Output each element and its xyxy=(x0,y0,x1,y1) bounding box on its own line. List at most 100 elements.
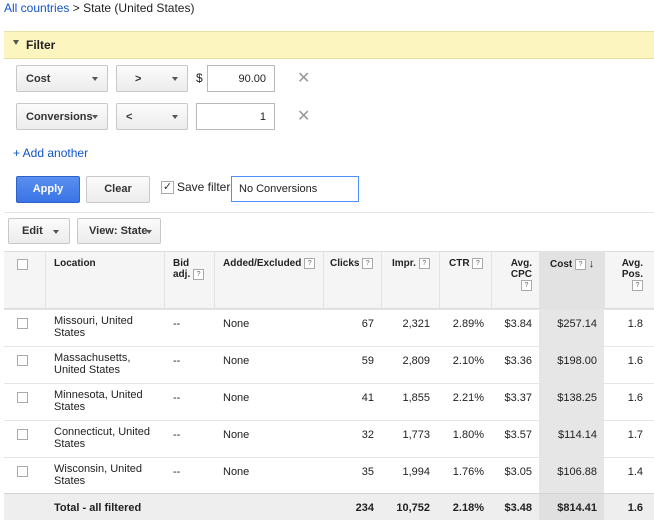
avg-cpc-cell: $3.57 xyxy=(504,429,532,441)
filter2-operator-dropdown[interactable]: < xyxy=(116,103,188,130)
location-line1: Wisconsin, United xyxy=(54,463,143,475)
header-impr[interactable]: Impr. ? xyxy=(392,258,430,269)
edit-label: Edit xyxy=(22,225,43,237)
avg-pos-cell: 1.6 xyxy=(627,392,643,404)
location-line2: States xyxy=(54,475,86,487)
view-state-dropdown-button[interactable]: View: State xyxy=(77,218,161,244)
add-another-filter-link[interactable]: + Add another xyxy=(13,146,88,160)
total-label: Total - all filtered xyxy=(54,502,142,514)
total-clicks: 234 xyxy=(355,502,374,514)
save-filter-checkbox[interactable]: ✓ xyxy=(161,181,174,194)
help-icon[interactable]: ? xyxy=(521,280,532,291)
impr-cell: 2,809 xyxy=(402,355,430,367)
help-icon[interactable]: ? xyxy=(575,258,587,270)
row-checkbox[interactable] xyxy=(17,392,28,403)
filter2-value-input[interactable]: 1 xyxy=(196,103,275,130)
filter2-field-label: Conversions xyxy=(26,111,93,123)
filter2-operator-label: < xyxy=(126,111,133,123)
location-line1: Missouri, United xyxy=(54,315,133,327)
help-icon[interactable]: ? xyxy=(362,258,374,269)
help-icon[interactable]: ? xyxy=(193,269,205,280)
breadcrumb: All countries > State (United States) xyxy=(4,1,194,15)
avg-pos-cell: 1.6 xyxy=(627,355,643,367)
impr-cell: 1,773 xyxy=(402,429,430,441)
added-excluded-cell: None xyxy=(223,392,250,404)
header-ctr[interactable]: CTR ? xyxy=(449,258,484,270)
chevron-down-icon xyxy=(172,77,178,81)
impr-cell: 1,994 xyxy=(402,466,430,478)
header-cost[interactable]: Cost ? ↓ xyxy=(550,258,594,270)
header-location[interactable]: Location xyxy=(54,258,96,269)
avg-cpc-cell: $3.05 xyxy=(504,466,532,478)
chevron-down-icon xyxy=(172,115,178,119)
avg-cpc-cell: $3.36 xyxy=(504,355,532,367)
filter1-operator-dropdown[interactable]: > xyxy=(116,65,188,92)
filter1-value-input[interactable]: 90.00 xyxy=(207,65,275,92)
clicks-cell: 35 xyxy=(361,466,374,478)
currency-symbol: $ xyxy=(196,71,203,85)
header-bid-adj[interactable]: Bid adj. ? xyxy=(173,258,205,281)
help-icon[interactable]: ? xyxy=(304,258,316,269)
header-pos-line1: Avg. xyxy=(621,258,643,269)
filter2-field-dropdown[interactable]: Conversions xyxy=(16,103,108,130)
row-checkbox[interactable] xyxy=(17,318,28,329)
breadcrumb-current: State (United States) xyxy=(83,1,195,15)
header-clicks[interactable]: Clicks ? xyxy=(330,258,374,270)
sort-down-arrow-icon[interactable]: ↓ xyxy=(589,258,595,270)
remove-filter2-close-icon[interactable]: ✕ xyxy=(297,106,310,126)
apply-button[interactable]: Apply xyxy=(16,176,80,203)
cost-cell: $114.14 xyxy=(558,429,597,441)
section-divider xyxy=(4,212,654,213)
column-divider xyxy=(491,251,492,309)
added-excluded-cell: None xyxy=(223,429,250,441)
header-bid-line1: Bid xyxy=(173,258,190,269)
header-bid-line2: adj. xyxy=(173,269,191,281)
header-avg-cpc[interactable]: Avg. CPC ? xyxy=(494,258,532,291)
filter-title: Filter xyxy=(26,38,56,52)
location-line1: Minnesota, United xyxy=(54,389,143,401)
help-icon[interactable]: ? xyxy=(418,258,430,269)
breadcrumb-all-countries-link[interactable]: All countries xyxy=(4,1,69,15)
total-cpc: $3.48 xyxy=(504,502,532,514)
filter-name-input[interactable]: No Conversions xyxy=(231,176,359,202)
row-checkbox[interactable] xyxy=(17,429,28,440)
header-added-excluded[interactable]: Added/Excluded ? xyxy=(223,258,316,269)
select-all-checkbox[interactable] xyxy=(17,259,28,270)
column-divider xyxy=(323,251,324,309)
clear-button[interactable]: Clear xyxy=(86,176,150,203)
filter-header[interactable]: Filter xyxy=(4,31,654,59)
filter1-value-text: 90.00 xyxy=(238,73,266,85)
chevron-down-icon xyxy=(146,230,152,234)
impr-cell: 2,321 xyxy=(402,318,430,330)
filter1-field-dropdown[interactable]: Cost xyxy=(16,65,108,92)
help-icon[interactable]: ? xyxy=(472,258,484,269)
row-checkbox[interactable] xyxy=(17,355,28,366)
total-ctr: 2.18% xyxy=(452,502,484,514)
cost-cell: $257.14 xyxy=(557,318,597,330)
location-line1: Connecticut, United xyxy=(54,426,150,438)
header-clicks-label: Clicks xyxy=(330,258,360,270)
location-line1: Massachusetts, xyxy=(54,352,131,364)
avg-cpc-cell: $3.84 xyxy=(504,318,532,330)
collapse-triangle-icon[interactable] xyxy=(13,40,19,45)
edit-dropdown-button[interactable]: Edit xyxy=(8,218,70,244)
ctr-cell: 2.10% xyxy=(452,355,484,367)
header-avg-pos[interactable]: Avg. Pos. ? xyxy=(610,258,643,291)
total-impr: 10,752 xyxy=(396,502,430,514)
header-cost-label: Cost xyxy=(550,259,573,270)
bid-adj-cell: -- xyxy=(173,429,181,441)
location-cell: Massachusetts, United States xyxy=(54,352,130,376)
header-cpc-line1: Avg. xyxy=(510,258,532,269)
chevron-down-icon xyxy=(92,115,98,119)
row-checkbox[interactable] xyxy=(17,466,28,477)
bid-adj-cell: -- xyxy=(173,392,181,404)
header-impr-label: Impr. xyxy=(392,258,416,270)
clicks-cell: 32 xyxy=(361,429,374,441)
clicks-cell: 67 xyxy=(361,318,374,330)
header-ctr-label: CTR xyxy=(449,258,470,270)
help-icon[interactable]: ? xyxy=(632,280,643,291)
added-excluded-cell: None xyxy=(223,318,250,330)
chevron-down-icon xyxy=(92,77,98,81)
remove-filter1-close-icon[interactable]: ✕ xyxy=(297,68,310,88)
ctr-cell: 1.76% xyxy=(452,466,484,478)
